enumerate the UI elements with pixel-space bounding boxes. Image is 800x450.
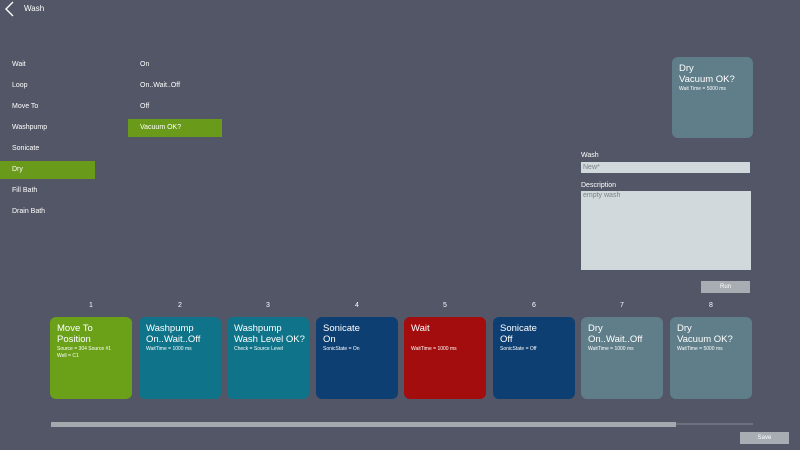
preview-card: Dry Vacuum OK? Wait Time = 5000 ms xyxy=(672,57,753,138)
step-number: 8 xyxy=(709,302,713,309)
step-line2: Wash Level OK? xyxy=(234,334,305,345)
option-item-off[interactable]: Off xyxy=(128,98,222,116)
option-item-on-wait-off[interactable]: On..Wait..Off xyxy=(128,77,222,95)
run-button[interactable]: Run xyxy=(701,281,750,293)
category-item-sonicate[interactable]: Sonicate xyxy=(0,140,95,158)
option-list: On On..Wait..Off Off Vacuum OK? xyxy=(128,56,222,140)
step-line1: Sonicate xyxy=(500,323,537,334)
category-item-move-to[interactable]: Move To xyxy=(0,98,95,116)
step-line2: Position xyxy=(57,334,91,345)
preview-line1: Dry xyxy=(679,63,694,74)
step-line1: Sonicate xyxy=(323,323,360,334)
step-line1: Dry xyxy=(677,323,692,334)
step-desc: WaitTime = 1000 ms xyxy=(588,346,634,352)
step-line2: On xyxy=(323,334,336,345)
category-item-wait[interactable]: Wait xyxy=(0,56,95,74)
step-desc: WaitTime = 1000 ms xyxy=(146,346,192,352)
description-label: Description xyxy=(581,182,617,189)
category-item-drain-bath[interactable]: Drain Bath xyxy=(0,203,95,221)
step-desc: SonicState = On xyxy=(323,346,360,352)
step-number: 2 xyxy=(178,302,182,309)
wash-name-input[interactable] xyxy=(581,162,750,173)
step-desc: SonicState = Off xyxy=(500,346,537,352)
wash-label: Wash xyxy=(581,152,599,159)
preview-line2: Vacuum OK? xyxy=(679,74,735,85)
step-line1: Wait xyxy=(411,323,430,334)
step-number: 5 xyxy=(443,302,447,309)
step-desc: Check = Source Level xyxy=(234,346,284,352)
page-title: Wash xyxy=(24,4,45,13)
step-line1: Washpump xyxy=(234,323,282,334)
step-line1: Washpump xyxy=(146,323,194,334)
step-number: 4 xyxy=(355,302,359,309)
step-line1: Move To xyxy=(57,323,93,334)
step-card[interactable]: Washpump On..Wait..Off WaitTime = 1000 ms xyxy=(139,317,221,399)
step-line1: Dry xyxy=(588,323,603,334)
step-line2: Vacuum OK? xyxy=(677,334,733,345)
category-item-washpump[interactable]: Washpump xyxy=(0,119,95,137)
chevron-left-icon[interactable] xyxy=(2,0,18,18)
step-card[interactable]: Move To Position Source = 304 Source #1 Wel… xyxy=(50,317,132,399)
step-card[interactable]: Wait WaitTime = 1000 ms xyxy=(404,317,486,399)
step-line2: Off xyxy=(500,334,513,345)
option-item-on[interactable]: On xyxy=(128,56,222,74)
category-item-loop[interactable]: Loop xyxy=(0,77,95,95)
option-item-vacuum-ok[interactable]: Vacuum OK? xyxy=(128,119,222,137)
step-card[interactable]: Dry Vacuum OK? WaitTime = 5000 ms xyxy=(670,317,752,399)
save-button[interactable]: Save xyxy=(740,432,789,444)
step-desc-2: Well = C1 xyxy=(57,353,79,359)
step-number: 7 xyxy=(620,302,624,309)
horizontal-scrollbar-thumb[interactable] xyxy=(51,422,676,427)
step-desc: WaitTime = 5000 ms xyxy=(677,346,723,352)
preview-desc: Wait Time = 5000 ms xyxy=(679,86,726,92)
category-item-fill-bath[interactable]: Fill Bath xyxy=(0,182,95,200)
category-list: Wait Loop Move To Washpump Sonicate Dry Fill B… xyxy=(0,56,95,224)
description-textarea[interactable]: empty wash xyxy=(581,191,751,270)
step-card[interactable]: Sonicate Off SonicState = Off xyxy=(493,317,575,399)
step-card[interactable]: Washpump Wash Level OK? Check = Source Lev… xyxy=(227,317,309,399)
step-desc: Source = 304 Source #1 xyxy=(57,346,112,352)
step-line2: On..Wait..Off xyxy=(588,334,643,345)
step-number: 3 xyxy=(266,302,270,309)
step-card[interactable]: Sonicate On SonicState = On xyxy=(316,317,398,399)
step-desc: WaitTime = 1000 ms xyxy=(411,346,457,352)
step-line2: On..Wait..Off xyxy=(146,334,201,345)
step-card[interactable]: Dry On..Wait..Off WaitTime = 1000 ms xyxy=(581,317,663,399)
category-item-dry[interactable]: Dry xyxy=(0,161,95,179)
step-number: 6 xyxy=(532,302,536,309)
step-number: 1 xyxy=(89,302,93,309)
